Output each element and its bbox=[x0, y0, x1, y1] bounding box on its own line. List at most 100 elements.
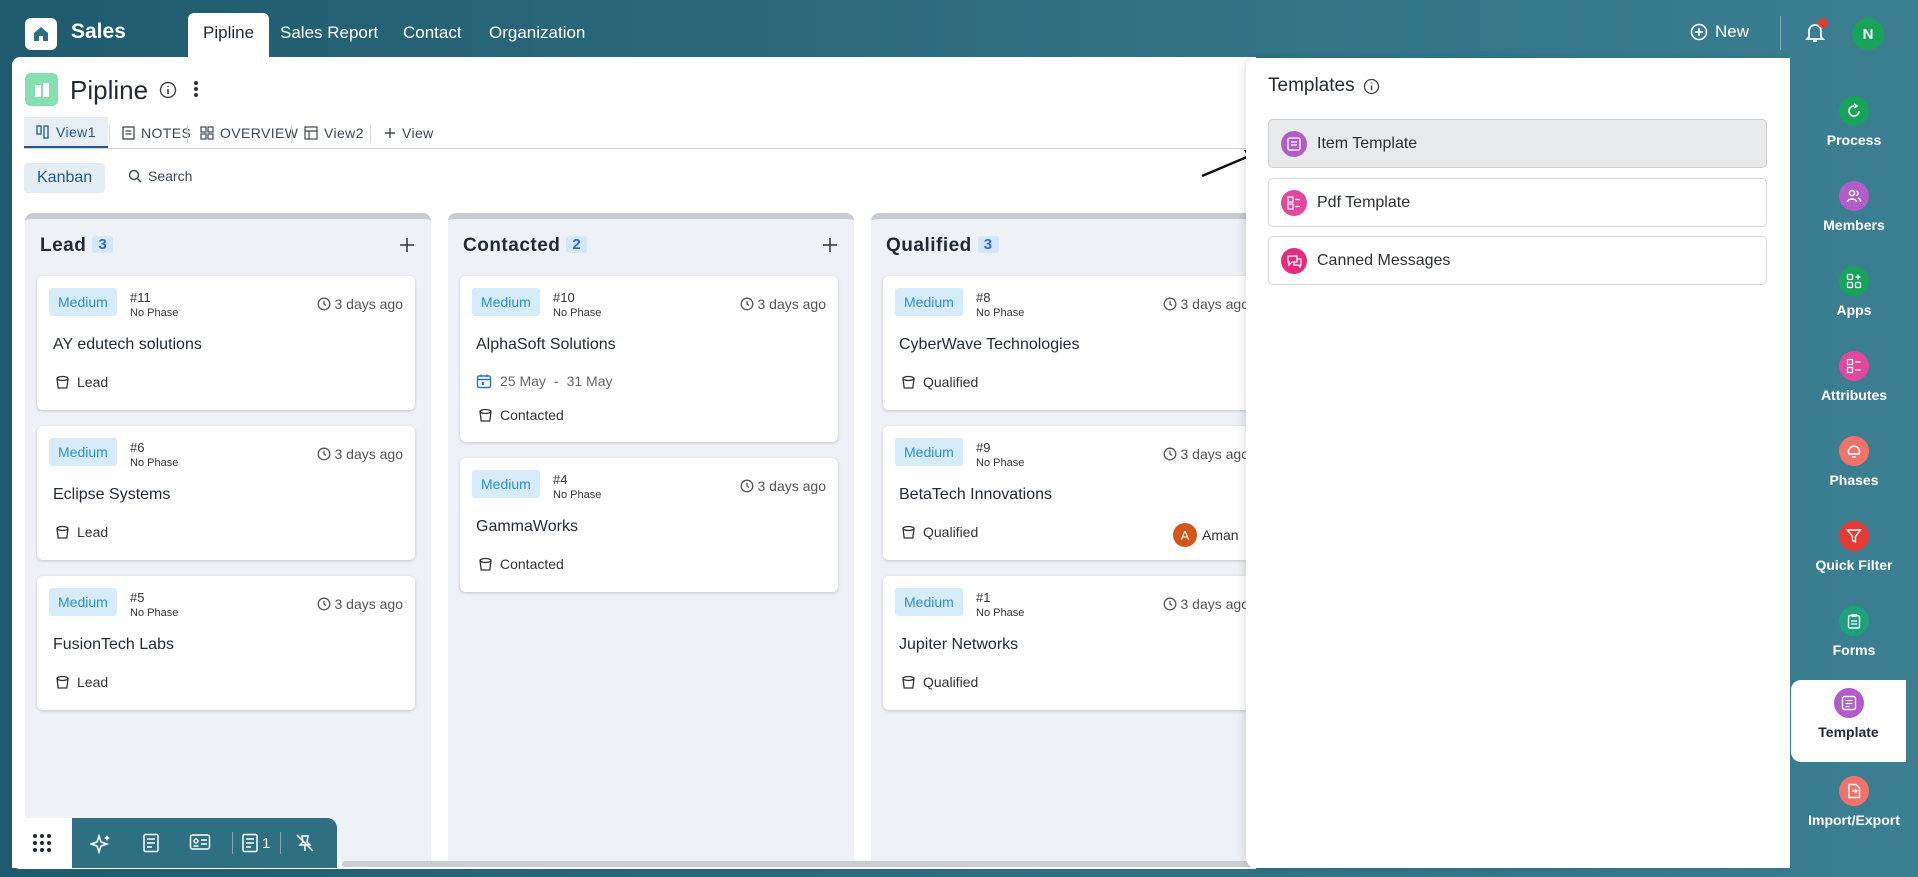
nav-tab-pipline[interactable]: Pipline bbox=[188, 13, 270, 57]
rail-item-import-export[interactable]: Import/Export bbox=[1790, 768, 1918, 850]
kanban-button[interactable]: Kanban bbox=[24, 163, 106, 193]
kanban-card[interactable]: Medium #8 No Phase 3 days ago CyberWave … bbox=[883, 276, 1256, 410]
templates-title: Templates bbox=[1268, 75, 1380, 97]
home-button[interactable] bbox=[25, 18, 57, 50]
card-phase: No Phase bbox=[976, 457, 1025, 469]
topbar-divider bbox=[1780, 16, 1781, 50]
kanban-card[interactable]: Medium #10 No Phase 3 days ago AlphaSoft… bbox=[460, 276, 838, 442]
rail-item-quick-filter[interactable]: Quick Filter bbox=[1790, 513, 1918, 595]
new-button[interactable]: New bbox=[1690, 22, 1749, 42]
rail-item-forms[interactable]: Forms bbox=[1790, 598, 1918, 680]
add-view-button[interactable]: View bbox=[372, 117, 446, 148]
card-stage-text: Qualified bbox=[923, 674, 979, 690]
notification-dot bbox=[1818, 18, 1828, 28]
notes-count: 1 bbox=[262, 834, 271, 852]
kanban-column-qualified: Qualified 3 Medium #8 No Phase 3 days ago… bbox=[871, 213, 1256, 863]
kanban-card[interactable]: Medium #11 No Phase 3 days ago AY edutec… bbox=[37, 276, 415, 410]
column-title-text: Contacted bbox=[463, 235, 561, 256]
card-number: #5 bbox=[130, 590, 145, 605]
clock-icon bbox=[1163, 447, 1176, 461]
ai-button[interactable] bbox=[90, 833, 112, 855]
bucket-icon bbox=[902, 525, 915, 539]
tab-view2-label: View2 bbox=[324, 124, 364, 141]
nav-tab-sales-report[interactable]: Sales Report bbox=[280, 23, 378, 43]
rail-item-phases[interactable]: Phases bbox=[1790, 428, 1918, 510]
template-canned-messages[interactable]: Canned Messages bbox=[1268, 236, 1767, 285]
chat-icon bbox=[1286, 254, 1302, 268]
search-label: Search bbox=[148, 168, 193, 184]
kanban-card[interactable]: Medium #1 No Phase 3 days ago Jupiter Ne… bbox=[883, 576, 1256, 710]
card-time: 3 days ago bbox=[740, 296, 826, 312]
column-count: 3 bbox=[977, 236, 999, 253]
unpin-button[interactable] bbox=[295, 833, 315, 853]
column-title: Qualified 3 bbox=[886, 235, 999, 257]
templates-title-text: Templates bbox=[1268, 75, 1355, 96]
toolbar-separator bbox=[280, 832, 281, 854]
bucket-icon bbox=[56, 675, 69, 689]
card-number: #8 bbox=[976, 290, 991, 305]
horizontal-scrollbar[interactable] bbox=[342, 861, 1256, 867]
card-name: GammaWorks bbox=[476, 518, 578, 535]
tab-view1[interactable]: View1 bbox=[24, 117, 108, 148]
card-stage: Lead bbox=[55, 524, 108, 540]
card-stage: Contacted bbox=[478, 407, 564, 423]
card-phase: No Phase bbox=[130, 607, 179, 619]
info-button[interactable] bbox=[159, 81, 177, 104]
rail-item-attributes[interactable]: Attributes bbox=[1790, 343, 1918, 425]
kanban-card[interactable]: Medium #9 No Phase 3 days ago BetaTech I… bbox=[883, 426, 1256, 560]
clock-icon bbox=[1163, 297, 1176, 311]
clipboard-icon bbox=[1847, 614, 1861, 629]
tab-view2[interactable]: View2 bbox=[292, 117, 376, 148]
apps-grid-button[interactable] bbox=[12, 818, 72, 868]
add-card-button[interactable] bbox=[822, 237, 838, 258]
card-time: 3 days ago bbox=[317, 446, 403, 462]
card-assignee[interactable]: A Aman bbox=[1173, 523, 1239, 547]
rail-item-apps[interactable]: Apps bbox=[1790, 258, 1918, 340]
rail-label: Attributes bbox=[1820, 387, 1888, 403]
card-number: #9 bbox=[976, 440, 991, 455]
date-separator: - bbox=[553, 373, 559, 389]
more-options-button[interactable] bbox=[192, 79, 200, 104]
card-time-text: 3 days ago bbox=[757, 478, 827, 494]
card-time-text: 3 days ago bbox=[1180, 446, 1250, 462]
grid-dots-icon bbox=[33, 834, 51, 852]
card-time: 3 days ago bbox=[740, 478, 827, 494]
column-title-text: Qualified bbox=[886, 235, 972, 256]
bucket-icon bbox=[902, 375, 915, 389]
rail-label: Phases bbox=[1829, 472, 1879, 488]
phases-icon bbox=[1839, 436, 1869, 466]
card-name: BetaTech Innovations bbox=[899, 486, 1052, 503]
kanban-card[interactable]: Medium #5 No Phase 3 days ago FusionTech… bbox=[37, 576, 415, 710]
assignee-avatar: A bbox=[1173, 523, 1197, 547]
nav-tab-contact[interactable]: Contact bbox=[403, 23, 462, 43]
rail-label: Forms bbox=[1832, 642, 1876, 658]
clock-icon bbox=[317, 447, 330, 461]
template-item-template[interactable]: Item Template bbox=[1268, 119, 1767, 168]
card-name: Jupiter Networks bbox=[899, 636, 1019, 653]
rail-item-template[interactable]: Template bbox=[1791, 680, 1906, 762]
search-button[interactable]: Search bbox=[128, 168, 192, 184]
nav-tab-organization[interactable]: Organization bbox=[489, 23, 585, 43]
priority-badge: Medium bbox=[472, 470, 540, 498]
rail-item-members[interactable]: Members bbox=[1790, 173, 1918, 255]
notes-count-button[interactable]: 1 bbox=[241, 833, 270, 853]
user-avatar[interactable]: N bbox=[1852, 18, 1884, 50]
column-title: Lead 3 bbox=[40, 235, 114, 257]
id-card-button[interactable] bbox=[189, 833, 211, 851]
template-pdf-template[interactable]: Pdf Template bbox=[1268, 178, 1767, 227]
users-icon bbox=[1846, 189, 1862, 203]
add-card-button[interactable] bbox=[399, 237, 415, 258]
kanban-card[interactable]: Medium #4 No Phase 3 days ago GammaWorks… bbox=[460, 458, 838, 592]
template-list-icon bbox=[1287, 136, 1301, 151]
document-button[interactable] bbox=[142, 833, 160, 853]
new-button-label: New bbox=[1715, 22, 1750, 41]
card-stage: Qualified bbox=[901, 674, 978, 690]
info-icon[interactable] bbox=[1363, 78, 1380, 95]
kanban-card[interactable]: Medium #6 No Phase 3 days ago Eclipse Sy… bbox=[37, 426, 415, 560]
card-name: Eclipse Systems bbox=[53, 486, 171, 503]
column-count: 3 bbox=[92, 236, 114, 253]
priority-badge: Medium bbox=[895, 588, 963, 616]
members-icon bbox=[1839, 181, 1869, 211]
rail-item-process[interactable]: Process bbox=[1790, 88, 1918, 170]
card-stage-text: Contacted bbox=[500, 407, 564, 423]
